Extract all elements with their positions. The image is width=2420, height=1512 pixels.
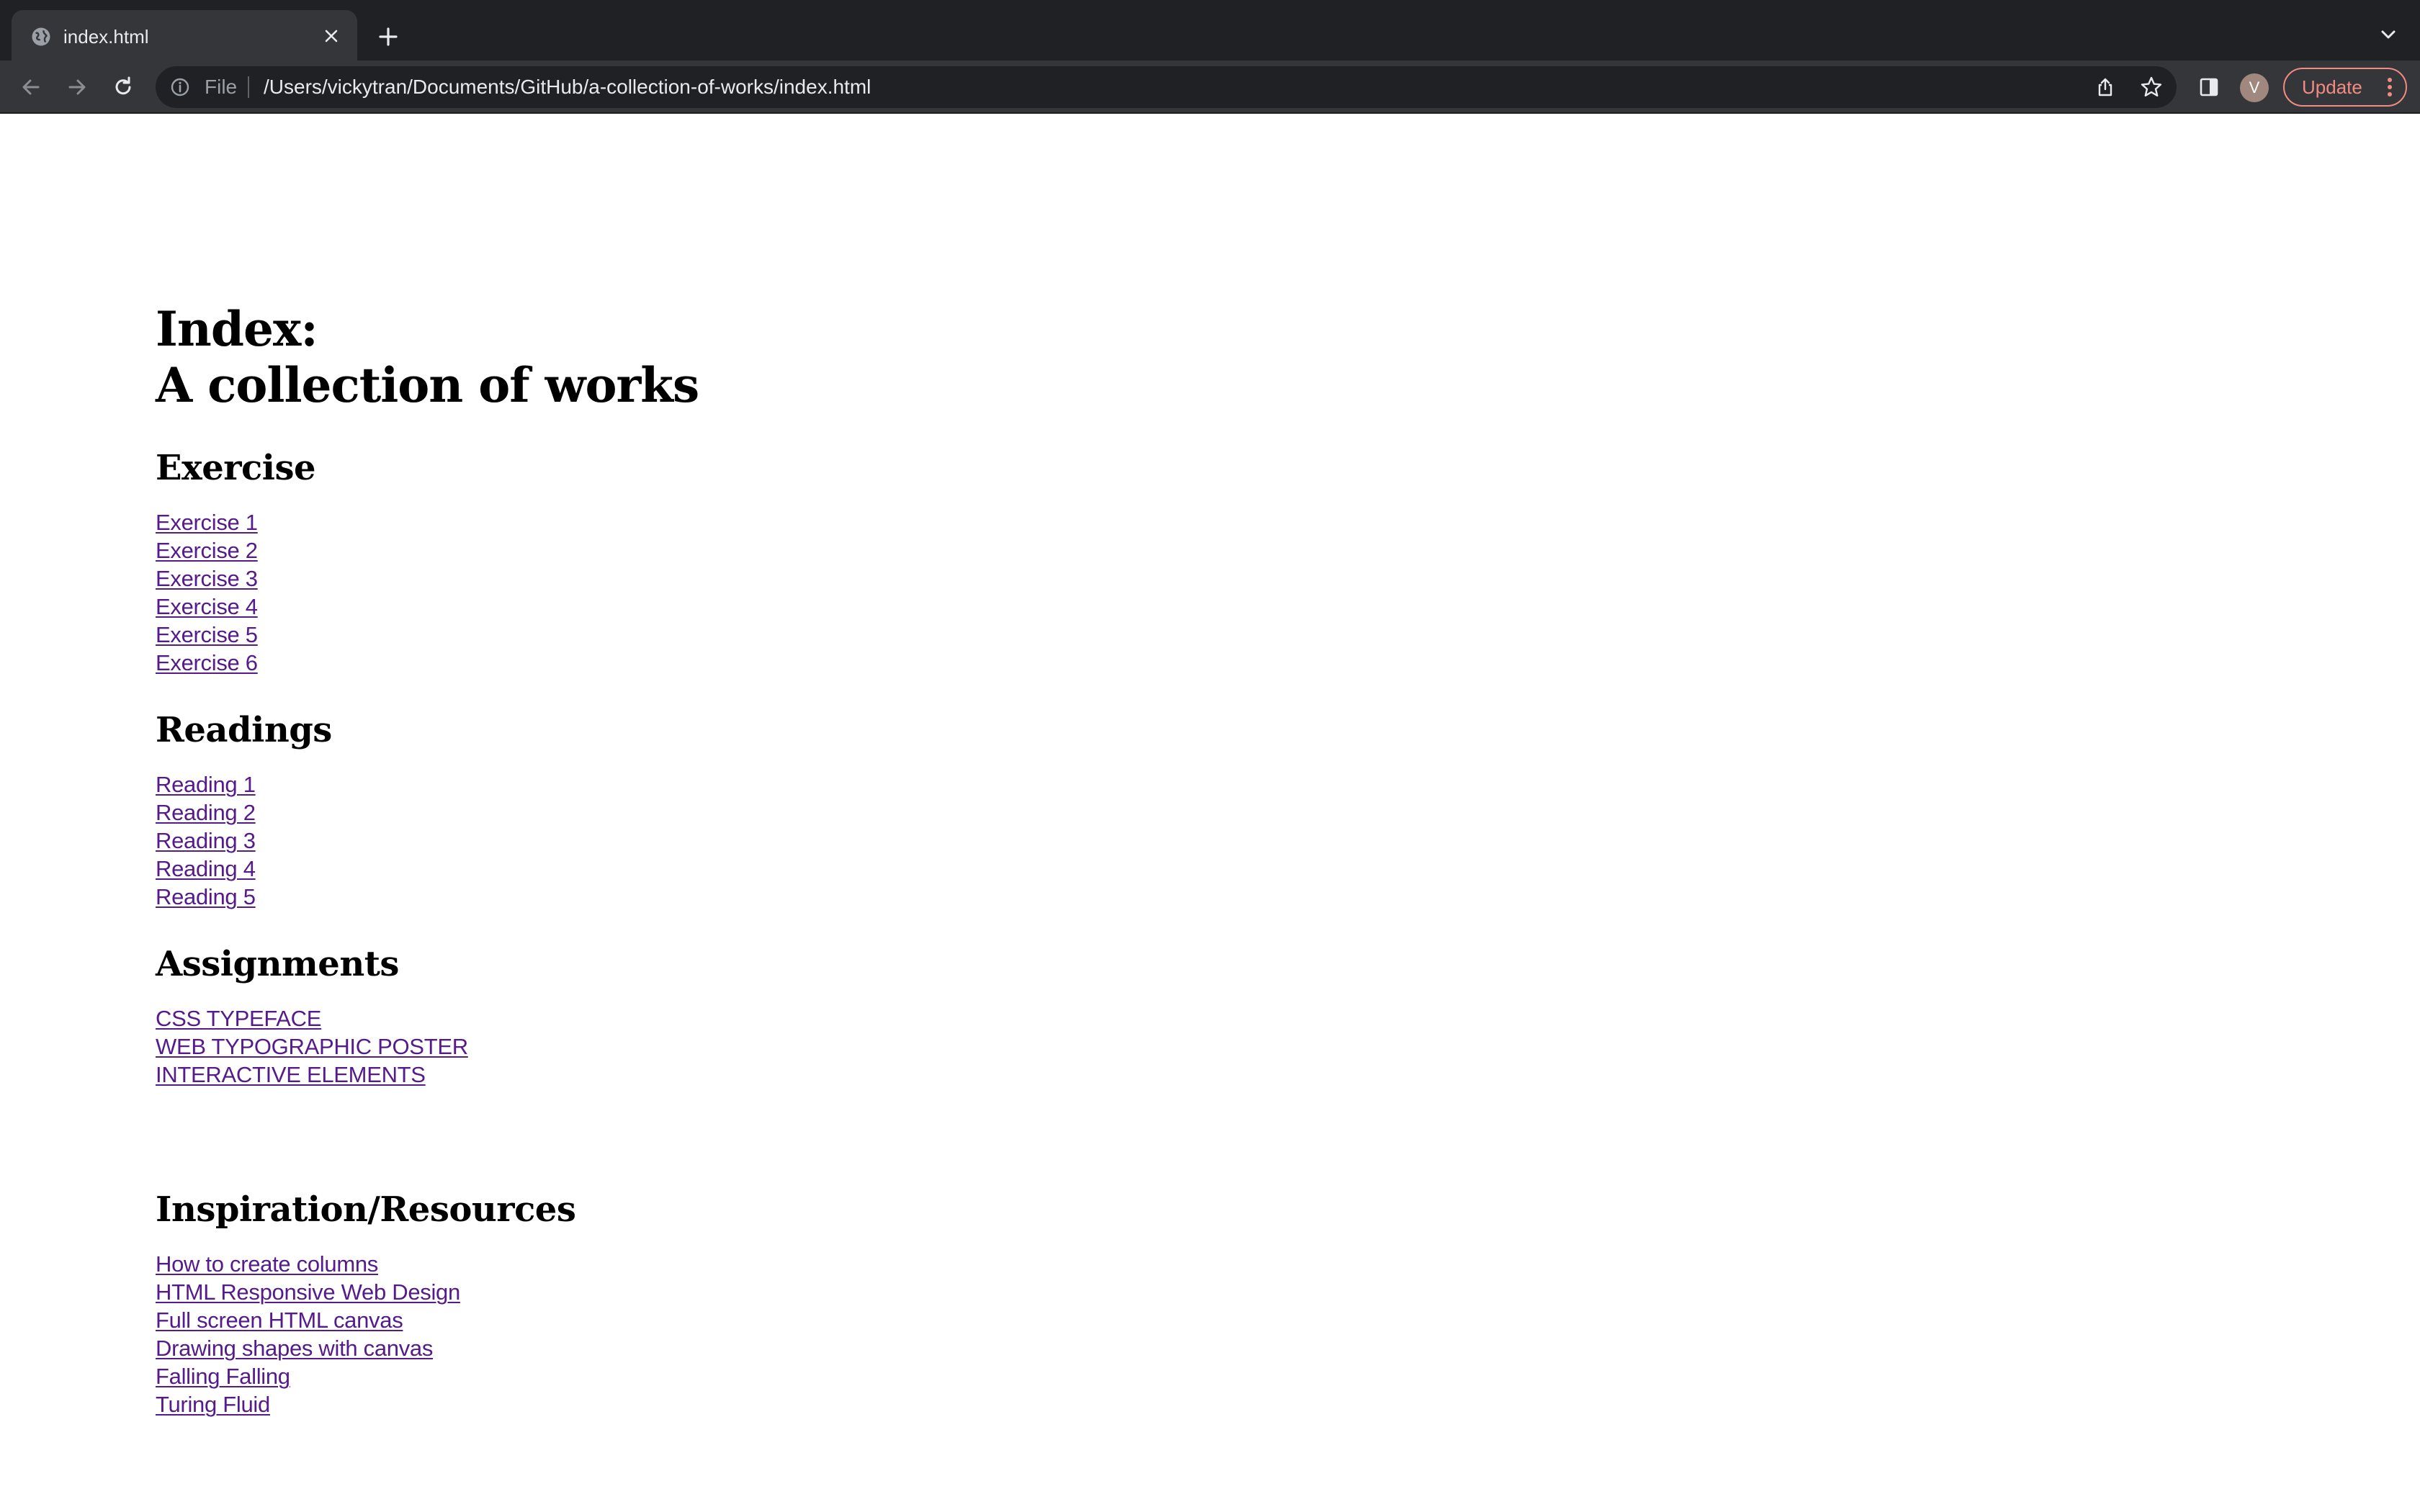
- list-item: Exercise 6: [156, 649, 1596, 677]
- browser-toolbar: File /Users/vickytran/Documents/GitHub/a…: [0, 60, 2420, 114]
- plus-icon: [379, 27, 398, 46]
- readings-list: Reading 1 Reading 2 Reading 3 Reading 4 …: [156, 770, 1596, 911]
- share-button[interactable]: [2093, 75, 2118, 99]
- side-panel-icon: [2200, 78, 2218, 96]
- list-item: WEB TYPOGRAPHIC POSTER: [156, 1032, 1596, 1061]
- link-falling-falling[interactable]: Falling Falling: [156, 1364, 290, 1389]
- info-icon[interactable]: [170, 77, 190, 97]
- link-create-columns[interactable]: How to create columns: [156, 1251, 378, 1277]
- star-icon: [2141, 76, 2162, 96]
- list-item: Exercise 1: [156, 508, 1596, 536]
- assignments-list: CSS TYPEFACE WEB TYPOGRAPHIC POSTER INTE…: [156, 1004, 1596, 1089]
- list-item: Full screen HTML canvas: [156, 1306, 1596, 1334]
- link-exercise-1[interactable]: Exercise 1: [156, 510, 258, 535]
- link-drawing-shapes[interactable]: Drawing shapes with canvas: [156, 1336, 433, 1361]
- profile-avatar[interactable]: V: [2240, 73, 2269, 102]
- list-item: How to create columns: [156, 1250, 1596, 1278]
- link-reading-3[interactable]: Reading 3: [156, 828, 256, 853]
- update-button[interactable]: Update: [2283, 68, 2407, 107]
- section-heading-readings: Readings: [156, 710, 332, 750]
- tab-close-button[interactable]: [318, 23, 344, 49]
- address-bar[interactable]: File /Users/vickytran/Documents/GitHub/a…: [156, 66, 2177, 108]
- close-icon: [325, 30, 338, 42]
- bookmark-button[interactable]: [2139, 75, 2164, 99]
- list-item: Reading 3: [156, 827, 1596, 855]
- link-reading-5[interactable]: Reading 5: [156, 884, 256, 909]
- omnibox-divider: [248, 76, 249, 98]
- globe-icon: [32, 27, 50, 46]
- link-fullscreen-canvas[interactable]: Full screen HTML canvas: [156, 1308, 403, 1333]
- link-exercise-2[interactable]: Exercise 2: [156, 538, 258, 563]
- list-item: Falling Falling: [156, 1362, 1596, 1390]
- list-item: Exercise 4: [156, 593, 1596, 621]
- more-vertical-icon: [2388, 78, 2392, 96]
- list-item: CSS TYPEFACE: [156, 1004, 1596, 1032]
- link-exercise-5[interactable]: Exercise 5: [156, 622, 258, 647]
- list-item: INTERACTIVE ELEMENTS: [156, 1061, 1596, 1089]
- exercise-list: Exercise 1 Exercise 2 Exercise 3 Exercis…: [156, 508, 1596, 677]
- arrow-left-icon: [22, 79, 40, 95]
- forward-button[interactable]: [62, 72, 92, 102]
- new-tab-button[interactable]: [372, 20, 405, 53]
- share-icon: [2098, 78, 2112, 96]
- list-item: Exercise 2: [156, 536, 1596, 564]
- page-title-line-1: Index:: [156, 301, 318, 357]
- page-content: Index: A collection of works Exercise Ex…: [156, 301, 1596, 1418]
- tab-strip: index.html: [0, 0, 2420, 60]
- link-interactive-elements[interactable]: INTERACTIVE ELEMENTS: [156, 1062, 426, 1087]
- inspiration-list: How to create columns HTML Responsive We…: [156, 1250, 1596, 1418]
- list-item: Exercise 5: [156, 621, 1596, 649]
- list-item: Turing Fluid: [156, 1390, 1596, 1418]
- link-web-typographic-poster[interactable]: WEB TYPOGRAPHIC POSTER: [156, 1034, 468, 1059]
- list-item: Reading 5: [156, 883, 1596, 911]
- side-panel-button[interactable]: [2194, 72, 2224, 102]
- tab-search-button[interactable]: [2375, 22, 2401, 48]
- arrow-right-icon: [68, 79, 86, 95]
- back-button[interactable]: [16, 72, 46, 102]
- link-exercise-6[interactable]: Exercise 6: [156, 650, 258, 675]
- tab-index[interactable]: index.html: [12, 10, 357, 60]
- list-item: Reading 4: [156, 855, 1596, 883]
- link-css-typeface[interactable]: CSS TYPEFACE: [156, 1006, 321, 1031]
- section-heading-inspiration: Inspiration/Resources: [156, 1189, 576, 1230]
- list-item: Exercise 3: [156, 564, 1596, 593]
- link-reading-4[interactable]: Reading 4: [156, 856, 256, 881]
- list-item: HTML Responsive Web Design: [156, 1278, 1596, 1306]
- url-text[interactable]: /Users/vickytran/Documents/GitHub/a-coll…: [264, 75, 871, 99]
- reload-button[interactable]: [108, 72, 138, 102]
- reload-icon: [115, 76, 131, 95]
- link-turing-fluid[interactable]: Turing Fluid: [156, 1392, 270, 1417]
- list-item: Reading 1: [156, 770, 1596, 798]
- page-viewport: Index: A collection of works Exercise Ex…: [0, 114, 2420, 1512]
- browser-chrome: index.html File /Users/vickytran/Documen…: [0, 0, 2420, 114]
- page-title: Index: A collection of works: [156, 301, 1596, 413]
- section-heading-exercise: Exercise: [156, 448, 316, 488]
- scheme-label: File: [205, 76, 238, 98]
- list-item: Drawing shapes with canvas: [156, 1334, 1596, 1362]
- link-reading-2[interactable]: Reading 2: [156, 800, 256, 825]
- list-item: Reading 2: [156, 798, 1596, 827]
- link-exercise-4[interactable]: Exercise 4: [156, 594, 258, 619]
- page-title-line-2: A collection of works: [156, 357, 699, 413]
- link-reading-1[interactable]: Reading 1: [156, 772, 256, 797]
- tab-title: index.html: [63, 26, 149, 48]
- link-exercise-3[interactable]: Exercise 3: [156, 566, 258, 591]
- update-label: Update: [2302, 76, 2362, 98]
- link-responsive-design[interactable]: HTML Responsive Web Design: [156, 1279, 460, 1305]
- section-heading-assignments: Assignments: [156, 944, 399, 984]
- chevron-down-icon: [2381, 30, 2396, 39]
